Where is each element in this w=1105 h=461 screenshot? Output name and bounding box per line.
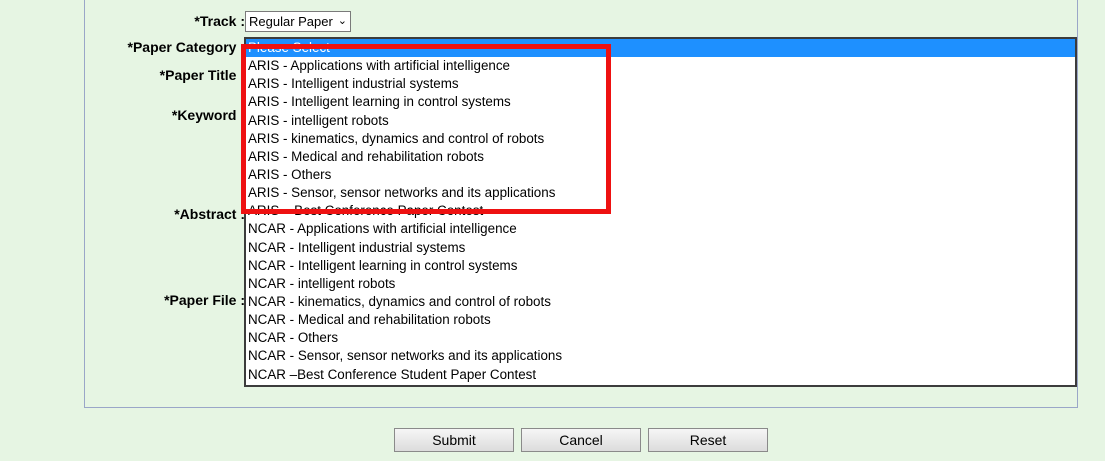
reset-button[interactable]: Reset xyxy=(648,428,768,452)
track-select-value: Regular Paper xyxy=(249,14,333,29)
category-option[interactable]: ARIS - kinematics, dynamics and control … xyxy=(246,130,1075,148)
category-option[interactable]: ARIS - Intelligent learning in control s… xyxy=(246,93,1075,111)
track-label: *Track : xyxy=(194,13,245,29)
keyword-label: *Keyword : xyxy=(171,107,245,123)
submission-panel: *Track : Regular Paper ⌄ *Paper Category… xyxy=(0,0,1105,461)
category-option[interactable]: ARIS - intelligent robots xyxy=(246,112,1075,130)
category-option[interactable]: NCAR –Best Conference Student Paper Cont… xyxy=(246,366,1075,384)
category-option[interactable]: Please Select xyxy=(246,39,1075,58)
category-option[interactable]: NCAR - Applications with artificial inte… xyxy=(246,220,1075,238)
category-option[interactable]: NCAR - Others xyxy=(246,329,1075,347)
paper-file-label: *Paper File : xyxy=(164,292,245,308)
submit-button[interactable]: Submit xyxy=(394,428,514,452)
paper-title-label: *Paper Title : xyxy=(159,67,245,83)
category-option[interactable]: ARIS - Others xyxy=(246,166,1075,184)
cancel-button[interactable]: Cancel xyxy=(521,428,641,452)
category-option[interactable]: NCAR - Intelligent industrial systems xyxy=(246,239,1075,257)
category-option[interactable]: ARIS - Applications with artificial inte… xyxy=(246,57,1075,75)
category-option[interactable]: NCAR - Medical and rehabilitation robots xyxy=(246,311,1075,329)
category-option[interactable]: ARIS - Intelligent industrial systems xyxy=(246,75,1075,93)
paper-category-label: *Paper Category : xyxy=(127,39,245,55)
category-option[interactable]: ARIS - Sensor, sensor networks and its a… xyxy=(246,184,1075,202)
track-select[interactable]: Regular Paper ⌄ xyxy=(245,11,351,32)
category-option[interactable]: NCAR - intelligent robots xyxy=(246,275,1075,293)
category-option[interactable]: NCAR - Intelligent learning in control s… xyxy=(246,257,1075,275)
abstract-label: *Abstract : xyxy=(174,206,245,222)
chevron-down-icon: ⌄ xyxy=(337,15,347,27)
category-option[interactable]: ARIS - Medical and rehabilitation robots xyxy=(246,148,1075,166)
category-option[interactable]: ARIS – Best Conference Paper Contest xyxy=(246,202,1075,220)
category-option[interactable]: NCAR - Sensor, sensor networks and its a… xyxy=(246,347,1075,365)
category-option[interactable]: NCAR - kinematics, dynamics and control … xyxy=(246,293,1075,311)
paper-category-listbox[interactable]: Please Select ARIS - Applications with ar… xyxy=(244,37,1077,387)
